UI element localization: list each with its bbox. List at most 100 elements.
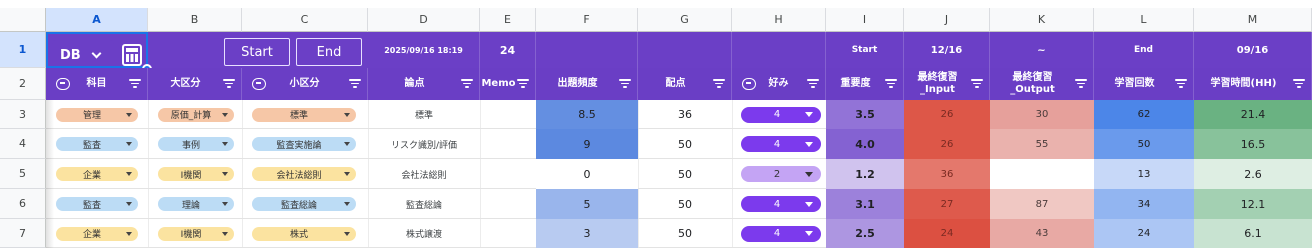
datetime-cell[interactable]: 2025/09/16 18:19: [368, 32, 480, 68]
filter-icon[interactable]: [1175, 79, 1187, 89]
frequency-cell[interactable]: 0: [536, 159, 638, 189]
preference-chip[interactable]: 4: [741, 106, 821, 123]
last-input-cell[interactable]: 27: [904, 189, 990, 219]
e1-cell[interactable]: 24: [480, 32, 536, 68]
filter-icon[interactable]: [129, 79, 141, 89]
header-minor[interactable]: 小区分: [242, 68, 368, 100]
db-dropdown-button[interactable]: DB: [52, 40, 114, 70]
points-cell[interactable]: 36: [638, 100, 732, 129]
memo-cell[interactable]: [480, 159, 536, 189]
i1-cell[interactable]: Start: [826, 32, 904, 68]
points-cell[interactable]: 50: [638, 159, 732, 189]
filter-icon[interactable]: [885, 79, 897, 89]
m1-cell[interactable]: 09/16: [1194, 32, 1312, 68]
select-all-corner[interactable]: [0, 8, 46, 32]
filter-icon[interactable]: [619, 79, 631, 89]
column-header-h[interactable]: H: [732, 8, 826, 32]
header-importance[interactable]: 重要度: [826, 68, 904, 100]
frequency-cell[interactable]: 9: [536, 129, 638, 159]
row-header-7[interactable]: 7: [0, 219, 46, 248]
end-button[interactable]: End: [296, 38, 362, 66]
study-hours-cell[interactable]: 6.1: [1194, 219, 1312, 248]
filter-icon[interactable]: [713, 79, 725, 89]
study-count-cell[interactable]: 24: [1094, 219, 1194, 248]
frequency-cell[interactable]: 5: [536, 189, 638, 219]
points-cell[interactable]: 50: [638, 219, 732, 248]
last-output-cell[interactable]: 87: [990, 189, 1094, 219]
minor-category-chip[interactable]: 標準: [252, 107, 356, 122]
major-category-chip[interactable]: I機関: [158, 167, 234, 181]
filter-icon[interactable]: [461, 79, 473, 89]
importance-cell[interactable]: 1.2: [826, 159, 904, 189]
column-header-j[interactable]: J: [904, 8, 990, 32]
filter-icon[interactable]: [971, 79, 983, 89]
topic-cell[interactable]: 会社法総則: [368, 159, 480, 189]
minor-category-chip[interactable]: 会社法総則: [252, 167, 356, 181]
k1-cell[interactable]: ~: [990, 32, 1094, 68]
study-hours-cell[interactable]: 16.5: [1194, 129, 1312, 159]
column-header-c[interactable]: C: [242, 8, 368, 32]
header-memo[interactable]: Memo: [480, 68, 536, 100]
filter-icon[interactable]: [349, 79, 361, 89]
header-last-output[interactable]: 最終復習 _Output: [990, 68, 1094, 100]
row-header-6[interactable]: 6: [0, 189, 46, 219]
column-header-k[interactable]: K: [990, 8, 1094, 32]
header-topic[interactable]: 論点: [368, 68, 480, 100]
study-hours-cell[interactable]: 12.1: [1194, 189, 1312, 219]
header-major[interactable]: 大区分: [148, 68, 242, 100]
preference-chip[interactable]: 4: [741, 225, 821, 242]
f1-cell[interactable]: [536, 32, 638, 68]
header-study-count[interactable]: 学習回数: [1094, 68, 1194, 100]
last-input-cell[interactable]: 24: [904, 219, 990, 248]
start-button[interactable]: Start: [224, 38, 290, 66]
importance-cell[interactable]: 3.5: [826, 100, 904, 129]
importance-cell[interactable]: 4.0: [826, 129, 904, 159]
last-input-cell[interactable]: 26: [904, 129, 990, 159]
last-input-cell[interactable]: 26: [904, 100, 990, 129]
column-header-g[interactable]: G: [638, 8, 732, 32]
minor-category-chip[interactable]: 監査実施論: [252, 137, 356, 151]
major-category-chip[interactable]: 原価_計算: [158, 107, 234, 122]
subject-chip[interactable]: 企業: [56, 167, 138, 181]
study-count-cell[interactable]: 62: [1094, 100, 1194, 129]
row-header-5[interactable]: 5: [0, 159, 46, 189]
subject-chip[interactable]: 監査: [56, 197, 138, 211]
column-header-a[interactable]: A: [46, 8, 148, 32]
major-category-chip[interactable]: 事例: [158, 137, 234, 151]
row-header-2[interactable]: 2: [0, 68, 46, 100]
memo-cell[interactable]: [480, 100, 536, 129]
column-header-f[interactable]: F: [536, 8, 638, 32]
filter-icon[interactable]: [1075, 79, 1087, 89]
preference-chip[interactable]: 4: [741, 136, 821, 152]
header-points[interactable]: 配点: [638, 68, 732, 100]
column-header-l[interactable]: L: [1094, 8, 1194, 32]
last-output-cell[interactable]: 30: [990, 100, 1094, 129]
last-output-cell[interactable]: 55: [990, 129, 1094, 159]
l1-cell[interactable]: End: [1094, 32, 1194, 68]
column-header-e[interactable]: E: [480, 8, 536, 32]
column-header-i[interactable]: I: [826, 8, 904, 32]
memo-cell[interactable]: [480, 219, 536, 248]
g1-cell[interactable]: [638, 32, 732, 68]
topic-cell[interactable]: リスク識別/評価: [368, 129, 480, 159]
frequency-cell[interactable]: 3: [536, 219, 638, 248]
study-count-cell[interactable]: 50: [1094, 129, 1194, 159]
column-header-d[interactable]: D: [368, 8, 480, 32]
study-count-cell[interactable]: 34: [1094, 189, 1194, 219]
study-hours-cell[interactable]: 21.4: [1194, 100, 1312, 129]
last-output-cell[interactable]: [990, 159, 1094, 189]
h1-cell[interactable]: [732, 32, 826, 68]
points-cell[interactable]: 50: [638, 129, 732, 159]
calculator-icon[interactable]: [122, 44, 142, 66]
subject-chip[interactable]: 企業: [56, 226, 138, 241]
header-frequency[interactable]: 出題頻度: [536, 68, 638, 100]
memo-cell[interactable]: [480, 129, 536, 159]
j1-cell[interactable]: 12/16: [904, 32, 990, 68]
minor-category-chip[interactable]: 監査総論: [252, 197, 356, 211]
column-header-b[interactable]: B: [148, 8, 242, 32]
header-last-input[interactable]: 最終復習 _Input: [904, 68, 990, 100]
minor-category-chip[interactable]: 株式: [252, 226, 356, 241]
preference-chip[interactable]: 4: [741, 196, 821, 212]
points-cell[interactable]: 50: [638, 189, 732, 219]
memo-cell[interactable]: [480, 189, 536, 219]
